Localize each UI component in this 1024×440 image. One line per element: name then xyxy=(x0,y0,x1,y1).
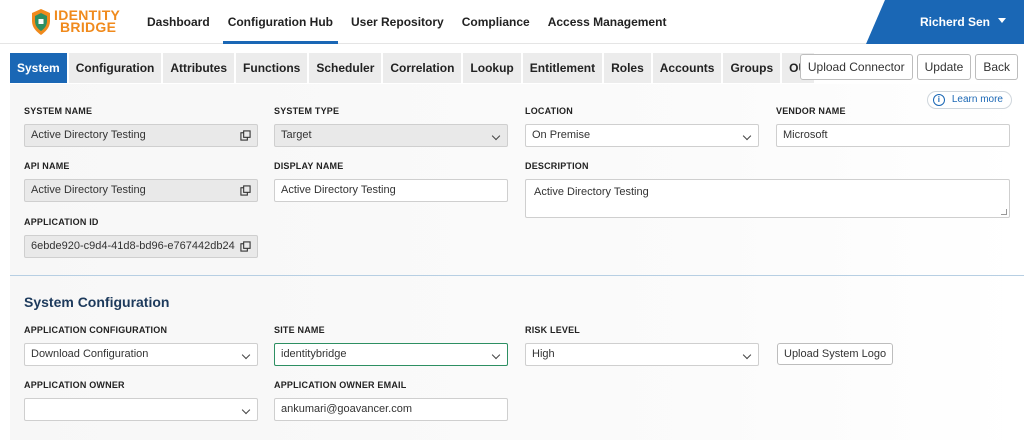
resize-handle-icon[interactable] xyxy=(1001,209,1007,215)
site-name-value: identitybridge xyxy=(281,348,347,360)
risk-level-select[interactable]: High xyxy=(525,343,759,366)
chevron-down-icon xyxy=(742,131,752,141)
chevron-down-icon xyxy=(241,350,251,360)
application-owner-email-label: APPLICATION OWNER EMAIL xyxy=(274,380,407,390)
site-name-label: SITE NAME xyxy=(274,325,325,335)
user-name: Richerd Sen xyxy=(919,15,990,29)
nav-configuration-hub[interactable]: Configuration Hub xyxy=(219,0,342,44)
logo[interactable]: IDENTITY BRIDGE xyxy=(30,6,130,38)
location-value: On Premise xyxy=(532,129,591,141)
nav-user-repository[interactable]: User Repository xyxy=(342,0,453,44)
chevron-down-icon xyxy=(742,350,752,360)
system-configuration-title: System Configuration xyxy=(24,294,170,310)
application-id-field[interactable]: 6ebde920-c9d4-41d8-bd96-e767442db24 xyxy=(24,235,258,258)
description-value: Active Directory Testing xyxy=(534,186,649,198)
application-id-label: APPLICATION ID xyxy=(24,217,99,227)
tab-system[interactable]: System xyxy=(10,53,69,83)
api-name-value: Active Directory Testing xyxy=(31,184,146,196)
display-name-input[interactable]: Active Directory Testing xyxy=(274,179,508,202)
nav-access-management[interactable]: Access Management xyxy=(539,0,676,44)
shield-logo-icon xyxy=(32,9,50,35)
system-name-value: Active Directory Testing xyxy=(31,129,146,141)
system-name-field[interactable]: Active Directory Testing xyxy=(24,124,258,147)
logo-text: IDENTITY BRIDGE xyxy=(54,8,120,35)
display-name-label: DISPLAY NAME xyxy=(274,161,344,171)
system-section: i Learn more SYSTEM NAME Active Director… xyxy=(10,84,1024,276)
display-name-value: Active Directory Testing xyxy=(281,184,396,196)
tab-groups[interactable]: Groups xyxy=(723,53,783,83)
system-type-value: Target xyxy=(281,129,312,141)
nav-dashboard[interactable]: Dashboard xyxy=(138,0,219,44)
risk-level-value: High xyxy=(532,348,555,360)
copy-icon[interactable] xyxy=(240,241,251,252)
description-label: DESCRIPTION xyxy=(525,161,589,171)
api-name-label: API NAME xyxy=(24,161,70,171)
vendor-name-input[interactable]: Microsoft xyxy=(776,124,1010,147)
system-type-label: SYSTEM TYPE xyxy=(274,106,340,116)
learn-more-label: Learn more xyxy=(951,94,1003,105)
chevron-down-icon xyxy=(241,405,251,415)
tabs-row: System Configuration Attributes Function… xyxy=(0,50,1024,84)
vendor-name-label: VENDOR NAME xyxy=(776,106,846,116)
main-nav: Dashboard Configuration Hub User Reposit… xyxy=(138,0,675,44)
upload-system-logo-button[interactable]: Upload System Logo xyxy=(777,343,894,365)
nav-compliance[interactable]: Compliance xyxy=(453,0,539,44)
copy-icon[interactable] xyxy=(240,130,251,141)
tab-functions[interactable]: Functions xyxy=(236,53,310,83)
back-button[interactable]: Back xyxy=(975,54,1018,80)
application-owner-email-value: ankumari@goavancer.com xyxy=(281,403,413,415)
chevron-down-icon xyxy=(491,131,501,141)
update-button[interactable]: Update xyxy=(916,54,972,80)
chevron-down-icon xyxy=(491,350,501,360)
application-owner-label: APPLICATION OWNER xyxy=(24,380,125,390)
location-select[interactable]: On Premise xyxy=(525,124,759,147)
tab-roles[interactable]: Roles xyxy=(604,53,653,83)
api-name-field[interactable]: Active Directory Testing xyxy=(24,179,258,202)
info-icon: i xyxy=(932,94,945,106)
tab-correlation[interactable]: Correlation xyxy=(383,53,464,83)
tab-strip: System Configuration Attributes Function… xyxy=(10,53,817,83)
learn-more-button[interactable]: i Learn more xyxy=(926,91,1012,109)
upload-connector-button[interactable]: Upload Connector xyxy=(799,54,913,80)
location-label: LOCATION xyxy=(525,106,573,116)
application-configuration-label: APPLICATION CONFIGURATION xyxy=(24,325,168,335)
application-owner-select[interactable] xyxy=(24,398,258,421)
description-textarea[interactable]: Active Directory Testing xyxy=(525,179,1010,218)
application-id-value: 6ebde920-c9d4-41d8-bd96-e767442db24 xyxy=(31,240,235,252)
risk-level-label: RISK LEVEL xyxy=(525,325,581,335)
tab-entitlement[interactable]: Entitlement xyxy=(522,53,605,83)
caret-down-icon xyxy=(998,18,1006,23)
copy-icon[interactable] xyxy=(240,185,251,196)
tab-configuration[interactable]: Configuration xyxy=(68,53,164,83)
main-panel: i Learn more SYSTEM NAME Active Director… xyxy=(10,84,1024,440)
top-actions: Upload Connector Update Back xyxy=(799,54,1018,80)
application-configuration-value: Download Configuration xyxy=(31,348,149,360)
system-name-label: SYSTEM NAME xyxy=(24,106,93,116)
tab-attributes[interactable]: Attributes xyxy=(163,53,237,83)
system-type-select[interactable]: Target xyxy=(274,124,508,147)
user-menu[interactable]: Richerd Sen xyxy=(866,0,1024,44)
vendor-name-value: Microsoft xyxy=(783,129,828,141)
site-name-select[interactable]: identitybridge xyxy=(274,343,508,366)
tab-lookup[interactable]: Lookup xyxy=(463,53,523,83)
application-configuration-select[interactable]: Download Configuration xyxy=(24,343,258,366)
logo-line-2: BRIDGE xyxy=(60,19,117,35)
tab-accounts[interactable]: Accounts xyxy=(652,53,724,83)
tab-scheduler[interactable]: Scheduler xyxy=(309,53,384,83)
application-owner-email-input[interactable]: ankumari@goavancer.com xyxy=(274,398,508,421)
top-header: IDENTITY BRIDGE Dashboard Configuration … xyxy=(0,0,1024,44)
